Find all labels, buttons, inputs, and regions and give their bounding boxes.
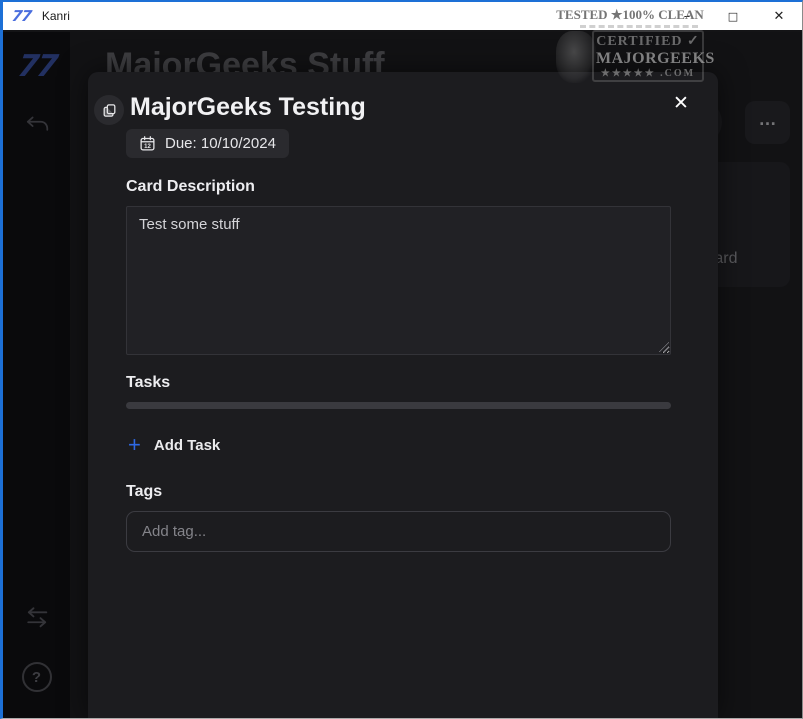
modal-close-button[interactable]: ✕: [668, 90, 694, 116]
window-title: Kanri: [42, 9, 70, 23]
description-textarea[interactable]: Test some stuff: [126, 206, 671, 355]
tags-label: Tags: [126, 483, 162, 501]
add-tag-input[interactable]: [126, 511, 671, 552]
due-date-badge[interactable]: 12 Due: 10/10/2024: [126, 129, 289, 158]
window-controls: – □ ✕: [664, 2, 802, 30]
card-detail-modal: ✕ MajorGeeks Testing 12: [88, 72, 718, 718]
titlebar: 77 Kanri – □ ✕: [3, 2, 802, 30]
due-date-text: Due: 10/10/2024: [165, 135, 276, 152]
tasks-progress-bar: [126, 402, 671, 409]
description-field-wrap: Test some stuff: [126, 206, 671, 355]
tasks-label: Tasks: [126, 374, 170, 392]
svg-text:12: 12: [144, 144, 151, 150]
card-title: MajorGeeks Testing: [130, 93, 366, 122]
app-body: 77 ?: [3, 32, 802, 718]
minimize-button[interactable]: –: [664, 2, 710, 30]
close-window-button[interactable]: ✕: [756, 2, 802, 30]
description-label: Card Description: [126, 178, 255, 196]
card-copy-icon: [94, 95, 124, 125]
app-window: 77 Kanri – □ ✕ 77: [0, 0, 803, 719]
kanri-logo-icon: 77: [11, 7, 32, 25]
add-task-label: Add Task: [154, 437, 220, 454]
add-task-button[interactable]: + Add Task: [128, 434, 220, 456]
plus-icon: +: [128, 434, 141, 456]
calendar-icon: 12: [139, 135, 156, 152]
maximize-button[interactable]: □: [710, 2, 756, 30]
